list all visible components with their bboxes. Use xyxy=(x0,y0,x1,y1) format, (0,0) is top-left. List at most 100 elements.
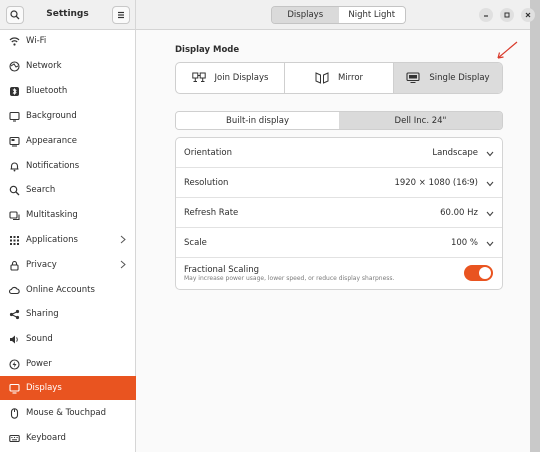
chevron-right-icon xyxy=(120,235,126,247)
chevron-right-icon xyxy=(120,260,126,272)
sidebar-item-label: Privacy xyxy=(26,260,57,270)
mirror-button[interactable]: Mirror xyxy=(285,63,394,93)
sidebar-item-sound[interactable]: Sound xyxy=(0,327,136,351)
resolution-row[interactable]: Resolution 1920 × 1080 (16∶9) xyxy=(176,168,502,198)
privacy-icon xyxy=(9,260,20,271)
sidebar-item-mouse-touchpad[interactable]: Mouse & Touchpad xyxy=(0,401,136,425)
sidebar-item-privacy[interactable]: Privacy xyxy=(0,253,136,277)
minimize-button[interactable] xyxy=(479,8,493,22)
appearance-icon xyxy=(9,136,20,147)
sidebar-item-label: Sharing xyxy=(26,309,59,319)
monitor-switcher: Built-in display Dell Inc. 24" xyxy=(175,111,503,130)
sidebar-item-online-accounts[interactable]: Online Accounts xyxy=(0,278,136,302)
sidebar-item-label: Power xyxy=(26,359,52,369)
sidebar-item-label: Bluetooth xyxy=(26,86,68,96)
sidebar-item-label: Keyboard xyxy=(26,433,66,443)
sidebar-item-notifications[interactable]: Notifications xyxy=(0,154,136,178)
search-icon xyxy=(9,185,20,196)
sidebar-item-network[interactable]: Network xyxy=(0,54,136,78)
sidebar-item-background[interactable]: Background xyxy=(0,104,136,128)
sidebar-item-label: Online Accounts xyxy=(26,285,95,295)
orientation-row[interactable]: Orientation Landscape xyxy=(176,138,502,168)
background-icon xyxy=(9,111,20,122)
sidebar-item-sharing[interactable]: Sharing xyxy=(0,302,136,326)
mouse-icon xyxy=(9,407,20,419)
maximize-icon xyxy=(504,12,510,18)
sidebar-item-label: Applications xyxy=(26,235,78,245)
scale-label: Scale xyxy=(184,238,207,248)
display-mode-selector: Join Displays Mirror Single Display xyxy=(175,62,503,94)
power-icon xyxy=(9,358,20,370)
sidebar-item-bluetooth[interactable]: Bluetooth xyxy=(0,79,136,103)
fractional-scaling-toggle[interactable] xyxy=(464,265,493,281)
display-icon xyxy=(9,383,20,394)
sidebar-item-keyboard[interactable]: Keyboard xyxy=(0,426,136,450)
fractional-scaling-description: May increase power usage, lower speed, o… xyxy=(184,275,395,282)
refresh-rate-label: Refresh Rate xyxy=(184,208,239,218)
close-icon xyxy=(525,12,531,18)
refresh-rate-value: 60.00 Hz xyxy=(440,208,478,218)
resolution-value: 1920 × 1080 (16∶9) xyxy=(394,178,478,188)
cloud-icon xyxy=(9,285,20,296)
main-menu-button[interactable] xyxy=(112,6,130,24)
sidebar-header: Settings xyxy=(0,0,135,30)
toggle-knob xyxy=(479,267,491,279)
display-settings-list: Orientation Landscape Resolution 1920 × … xyxy=(175,137,503,290)
sidebar-item-label: Displays xyxy=(26,383,62,393)
minimize-icon xyxy=(484,15,488,17)
tab-night-light[interactable]: Night Light xyxy=(338,7,405,23)
single-display-label: Single Display xyxy=(429,73,490,83)
sidebar-item-label: Notifications xyxy=(26,161,80,171)
sidebar-item-wifi[interactable]: Wi-Fi xyxy=(0,29,136,53)
mirror-label: Mirror xyxy=(337,73,364,83)
single-display-icon xyxy=(406,72,420,84)
close-button[interactable] xyxy=(521,8,535,22)
scale-value: 100 % xyxy=(450,238,478,248)
sidebar-item-label: Background xyxy=(26,111,77,121)
applications-icon xyxy=(9,235,20,246)
tab-built-in-display[interactable]: Built-in display xyxy=(176,112,339,129)
resolution-label: Resolution xyxy=(184,178,229,188)
single-display-button[interactable]: Single Display xyxy=(394,63,502,93)
chevron-down-icon xyxy=(486,180,494,190)
mirror-icon xyxy=(315,72,329,84)
wifi-icon xyxy=(9,36,20,47)
sidebar-item-search[interactable]: Search xyxy=(0,178,136,202)
bell-icon xyxy=(9,161,20,172)
sidebar-item-appearance[interactable]: Appearance xyxy=(0,129,136,153)
displays-panel: Displays Night Light Display Mode Join D… xyxy=(136,0,535,452)
sidebar-item-label: Multitasking xyxy=(26,210,78,220)
fractional-scaling-row: Fractional Scaling May increase power us… xyxy=(176,258,502,291)
chevron-down-icon xyxy=(486,210,494,220)
header-bar: Displays Night Light xyxy=(136,0,535,30)
sidebar-item-label: Search xyxy=(26,185,56,195)
multitasking-icon xyxy=(9,210,20,221)
orientation-value: Landscape xyxy=(432,148,478,158)
sidebar-item-power[interactable]: Power xyxy=(0,352,136,376)
page-switcher: Displays Night Light xyxy=(271,6,406,24)
tab-dell-monitor[interactable]: Dell Inc. 24" xyxy=(339,112,502,129)
annotation-arrow-icon xyxy=(497,41,518,59)
keyboard-icon xyxy=(9,433,20,444)
sidebar-item-displays[interactable]: Displays xyxy=(0,376,136,400)
refresh-rate-row[interactable]: Refresh Rate 60.00 Hz xyxy=(176,198,502,228)
tab-displays[interactable]: Displays xyxy=(272,7,339,23)
sidebar-item-label: Wi-Fi xyxy=(26,36,47,46)
fractional-scaling-label: Fractional Scaling xyxy=(184,265,259,275)
sidebar: Settings Wi-Fi Network Bluetooth Backgro… xyxy=(0,0,136,452)
display-mode-heading: Display Mode xyxy=(175,45,240,55)
sound-icon xyxy=(9,334,20,345)
maximize-button[interactable] xyxy=(500,8,514,22)
bluetooth-icon xyxy=(9,86,20,97)
chevron-down-icon xyxy=(486,150,494,160)
sidebar-item-applications[interactable]: Applications xyxy=(0,228,136,252)
hamburger-menu-icon xyxy=(118,11,124,19)
sidebar-item-label: Network xyxy=(26,61,62,71)
scale-row[interactable]: Scale 100 % xyxy=(176,228,502,258)
join-displays-icon xyxy=(191,72,206,82)
join-displays-button[interactable]: Join Displays xyxy=(176,63,285,93)
sidebar-item-multitasking[interactable]: Multitasking xyxy=(0,203,136,227)
sidebar-item-label: Sound xyxy=(26,334,53,344)
orientation-label: Orientation xyxy=(184,148,232,158)
share-icon xyxy=(9,309,20,320)
